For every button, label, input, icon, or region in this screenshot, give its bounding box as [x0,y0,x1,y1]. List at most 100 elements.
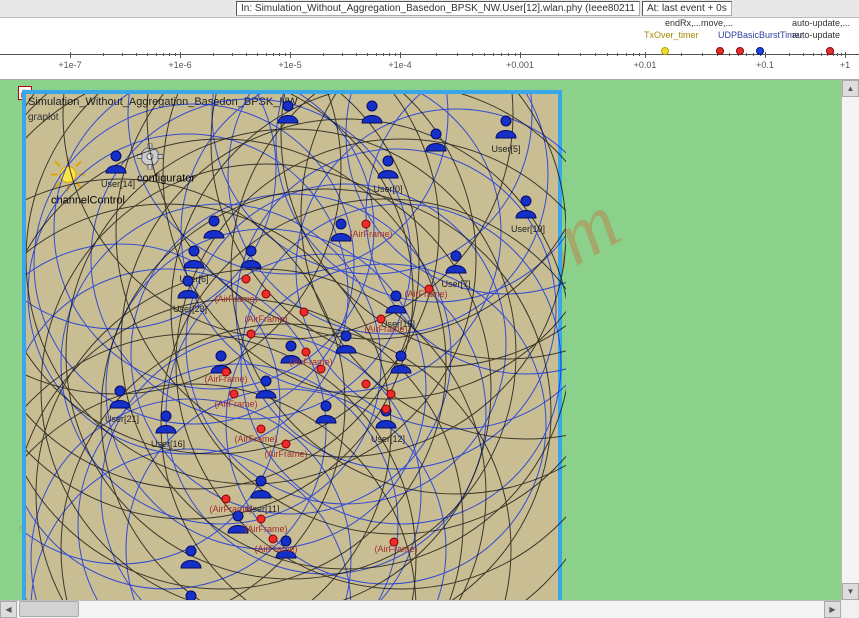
minor-tick [169,53,170,56]
airframe-label: (AirFrame) [365,324,408,334]
minor-tick [753,53,754,56]
minor-tick [626,53,627,56]
minor-tick [383,53,384,56]
minor-tick [279,53,280,56]
user-node[interactable] [311,399,341,429]
event-marker[interactable] [826,47,834,55]
simulation-canvas[interactable]: 凸 Ns-3-Simulation.com Simulation_Without… [0,80,859,600]
user-node[interactable]: User[5] [491,114,521,154]
minor-tick [395,53,396,56]
user-node[interactable] [236,244,266,274]
minor-tick [367,53,368,56]
user-node[interactable]: User[14] [101,149,131,189]
event-label: auto-update [792,30,840,40]
scroll-right-button[interactable]: ▶ [824,601,841,618]
user-node[interactable]: User[16] [151,409,181,449]
event-label: auto-update,... [792,18,850,28]
user-node[interactable]: User[23] [173,274,203,314]
user-node[interactable] [176,544,206,574]
tick [645,52,646,58]
event-dot [222,495,231,504]
minor-tick [617,53,618,56]
event-marker[interactable] [736,47,744,55]
minor-tick [633,53,634,56]
configurator-label: configurator [137,173,195,185]
airframe-label: (AirFrame) [375,544,418,554]
event-label: TxOver_timer [644,30,699,40]
event-marker[interactable] [756,47,764,55]
user-node[interactable]: User[21] [105,384,135,424]
minor-tick [436,53,437,56]
scroll-up-button[interactable]: ▲ [842,80,859,97]
minor-tick [323,53,324,56]
event-marker[interactable] [716,47,724,55]
airframe-label: (AirFrame) [405,289,448,299]
minor-tick [273,53,274,56]
event-dot [230,390,239,399]
minor-tick [213,53,214,56]
minor-tick [729,53,730,56]
minor-tick [515,53,516,56]
status-in: In: Simulation_Without_Aggregation_Based… [236,1,640,16]
tick [70,52,71,58]
tick [290,52,291,58]
minor-tick [789,53,790,56]
tick-label: +1e-5 [278,60,301,70]
node-label: User[12] [371,434,401,444]
event-dot [300,308,309,317]
node-label: User[7] [441,279,471,289]
minor-tick [356,53,357,56]
event-dot [247,330,256,339]
event-dot [269,535,278,544]
minor-tick [639,53,640,56]
tick [180,52,181,58]
tick-label: +1 [840,60,850,70]
tick-label: +0.1 [756,60,774,70]
tick-label: +0.01 [634,60,657,70]
user-node[interactable] [421,127,451,157]
node-label: User[16] [151,439,181,449]
minor-tick [501,53,502,56]
minor-tick [580,53,581,56]
user-node[interactable]: User[7] [441,249,471,289]
vertical-scrollbar[interactable]: ▲ ▼ [841,80,859,600]
user-node[interactable] [199,214,229,244]
scroll-left-button[interactable]: ◀ [0,601,17,618]
minor-tick [702,53,703,56]
airframe-label: (AirFrame) [215,294,258,304]
scrollbar-thumb[interactable] [19,601,79,617]
minor-tick [389,53,390,56]
tick-label: +0.001 [506,60,534,70]
timeline-ruler[interactable]: +1e-7+1e-6+1e-5+1e-4+0.001+0.01+0.1+1 [0,46,859,80]
event-dot [382,405,391,414]
minor-tick [493,53,494,56]
minor-tick [376,53,377,56]
user-node[interactable] [331,329,361,359]
user-node[interactable] [386,349,416,379]
event-dot [262,290,271,299]
minor-tick [607,53,608,56]
horizontal-scrollbar[interactable]: ◀ ▶ [0,600,841,618]
user-node[interactable]: User[0] [373,154,403,194]
event-dot [257,425,266,434]
user-node[interactable] [273,99,303,129]
scrollbar-track[interactable] [17,601,824,618]
scrollbar-track[interactable] [842,97,859,583]
scroll-down-button[interactable]: ▼ [842,583,859,600]
event-marker[interactable] [661,47,669,55]
minor-tick [837,53,838,56]
airframe-label: (AirFrame) [215,399,258,409]
event-dot [362,220,371,229]
minor-tick [285,53,286,56]
network-title: Simulation_Without_Aggregation_Basedon_B… [28,96,298,108]
network-terrain[interactable]: Simulation_Without_Aggregation_Basedon_B… [22,90,562,600]
configurator-module[interactable]: configurator [137,144,195,185]
user-node[interactable] [357,99,387,129]
user-node[interactable]: User[19] [511,194,541,234]
minor-tick [803,53,804,56]
minor-tick [457,53,458,56]
airframe-label: (AirFrame) [255,544,298,554]
airframe-label: (AirFrame) [245,314,288,324]
user-node[interactable]: User[24] [176,589,206,600]
minor-tick [266,53,267,56]
